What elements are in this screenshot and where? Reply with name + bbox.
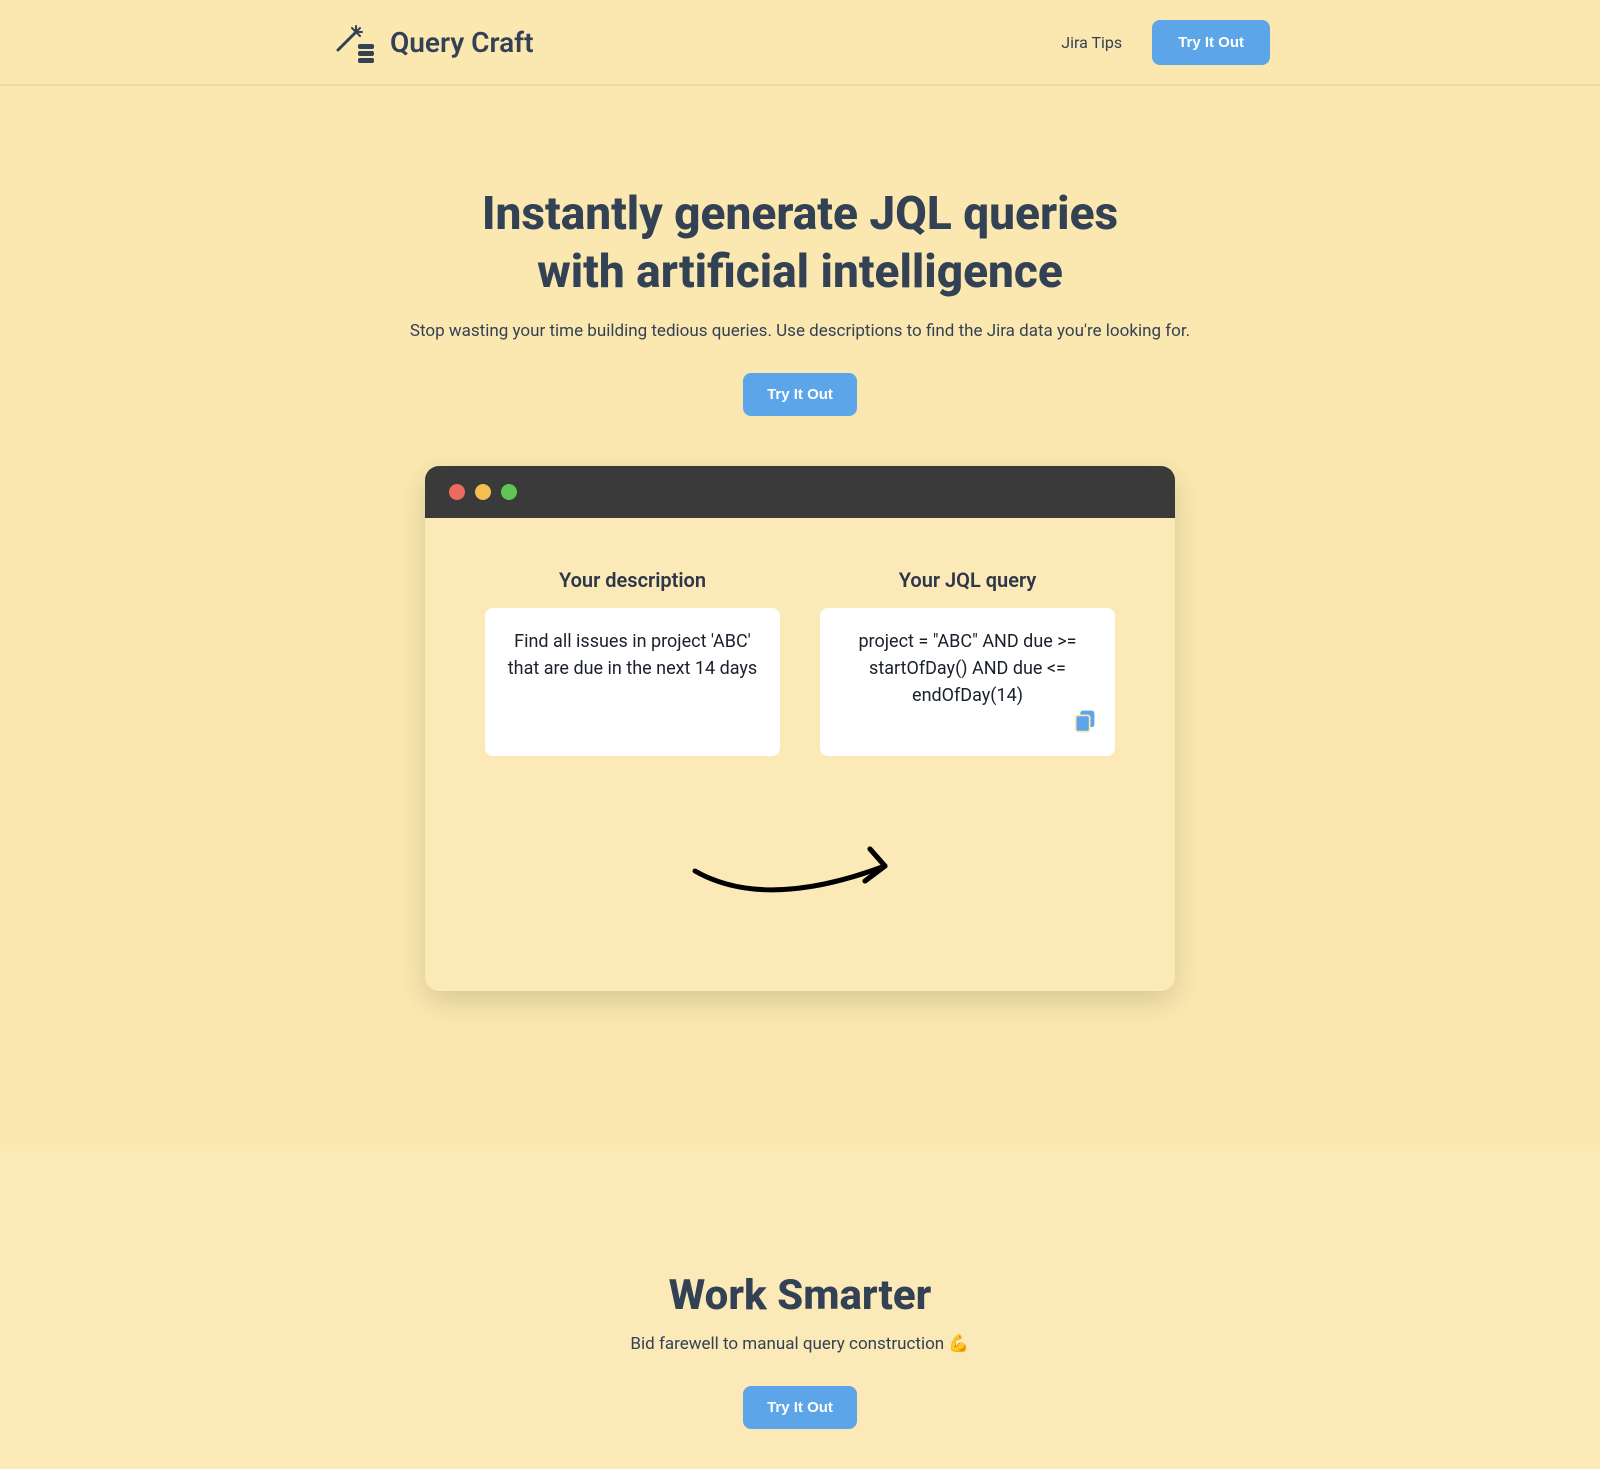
hero-section: Instantly generate JQL queries with arti…: [330, 86, 1270, 1051]
header-cta-button[interactable]: Try It Out: [1152, 20, 1270, 65]
header: Query Craft Jira Tips Try It Out: [0, 0, 1600, 85]
window-maximize-icon: [501, 484, 517, 500]
description-panel: Your description Find all issues in proj…: [485, 568, 780, 756]
section-2-title: Work Smarter: [20, 1271, 1580, 1320]
query-content: project = "ABC" AND due >= startOfDay() …: [858, 631, 1076, 706]
window-minimize-icon: [475, 484, 491, 500]
query-label: Your JQL query: [820, 568, 1115, 592]
arrow-container: [425, 816, 1175, 991]
window-titlebar: [425, 466, 1175, 518]
query-box: project = "ABC" AND due >= startOfDay() …: [820, 608, 1115, 756]
logo-text: Query Craft: [390, 26, 534, 59]
window-close-icon: [449, 484, 465, 500]
description-box: Find all issues in project 'ABC' that ar…: [485, 608, 780, 756]
editor-window: Your description Find all issues in proj…: [425, 466, 1175, 991]
hero-cta-button[interactable]: Try It Out: [743, 373, 857, 416]
section-2-subtitle: Bid farewell to manual query constructio…: [20, 1334, 1580, 1354]
wand-database-icon: [330, 18, 378, 66]
query-panel: Your JQL query project = "ABC" AND due >…: [820, 568, 1115, 756]
window-content: Your description Find all issues in proj…: [425, 518, 1175, 816]
hero-subtitle: Stop wasting your time building tedious …: [350, 321, 1250, 341]
nav-section: Jira Tips Try It Out: [1061, 20, 1270, 65]
copy-icon[interactable]: [1071, 706, 1099, 742]
logo-section[interactable]: Query Craft: [330, 18, 534, 66]
description-label: Your description: [485, 568, 780, 592]
section-2-cta-button[interactable]: Try It Out: [743, 1386, 857, 1429]
nav-link-jira-tips[interactable]: Jira Tips: [1061, 33, 1122, 52]
work-smarter-section: Work Smarter Bid farewell to manual quer…: [0, 1151, 1600, 1469]
arrow-icon: [685, 841, 915, 911]
hero-title: Instantly generate JQL queries with arti…: [440, 186, 1160, 301]
